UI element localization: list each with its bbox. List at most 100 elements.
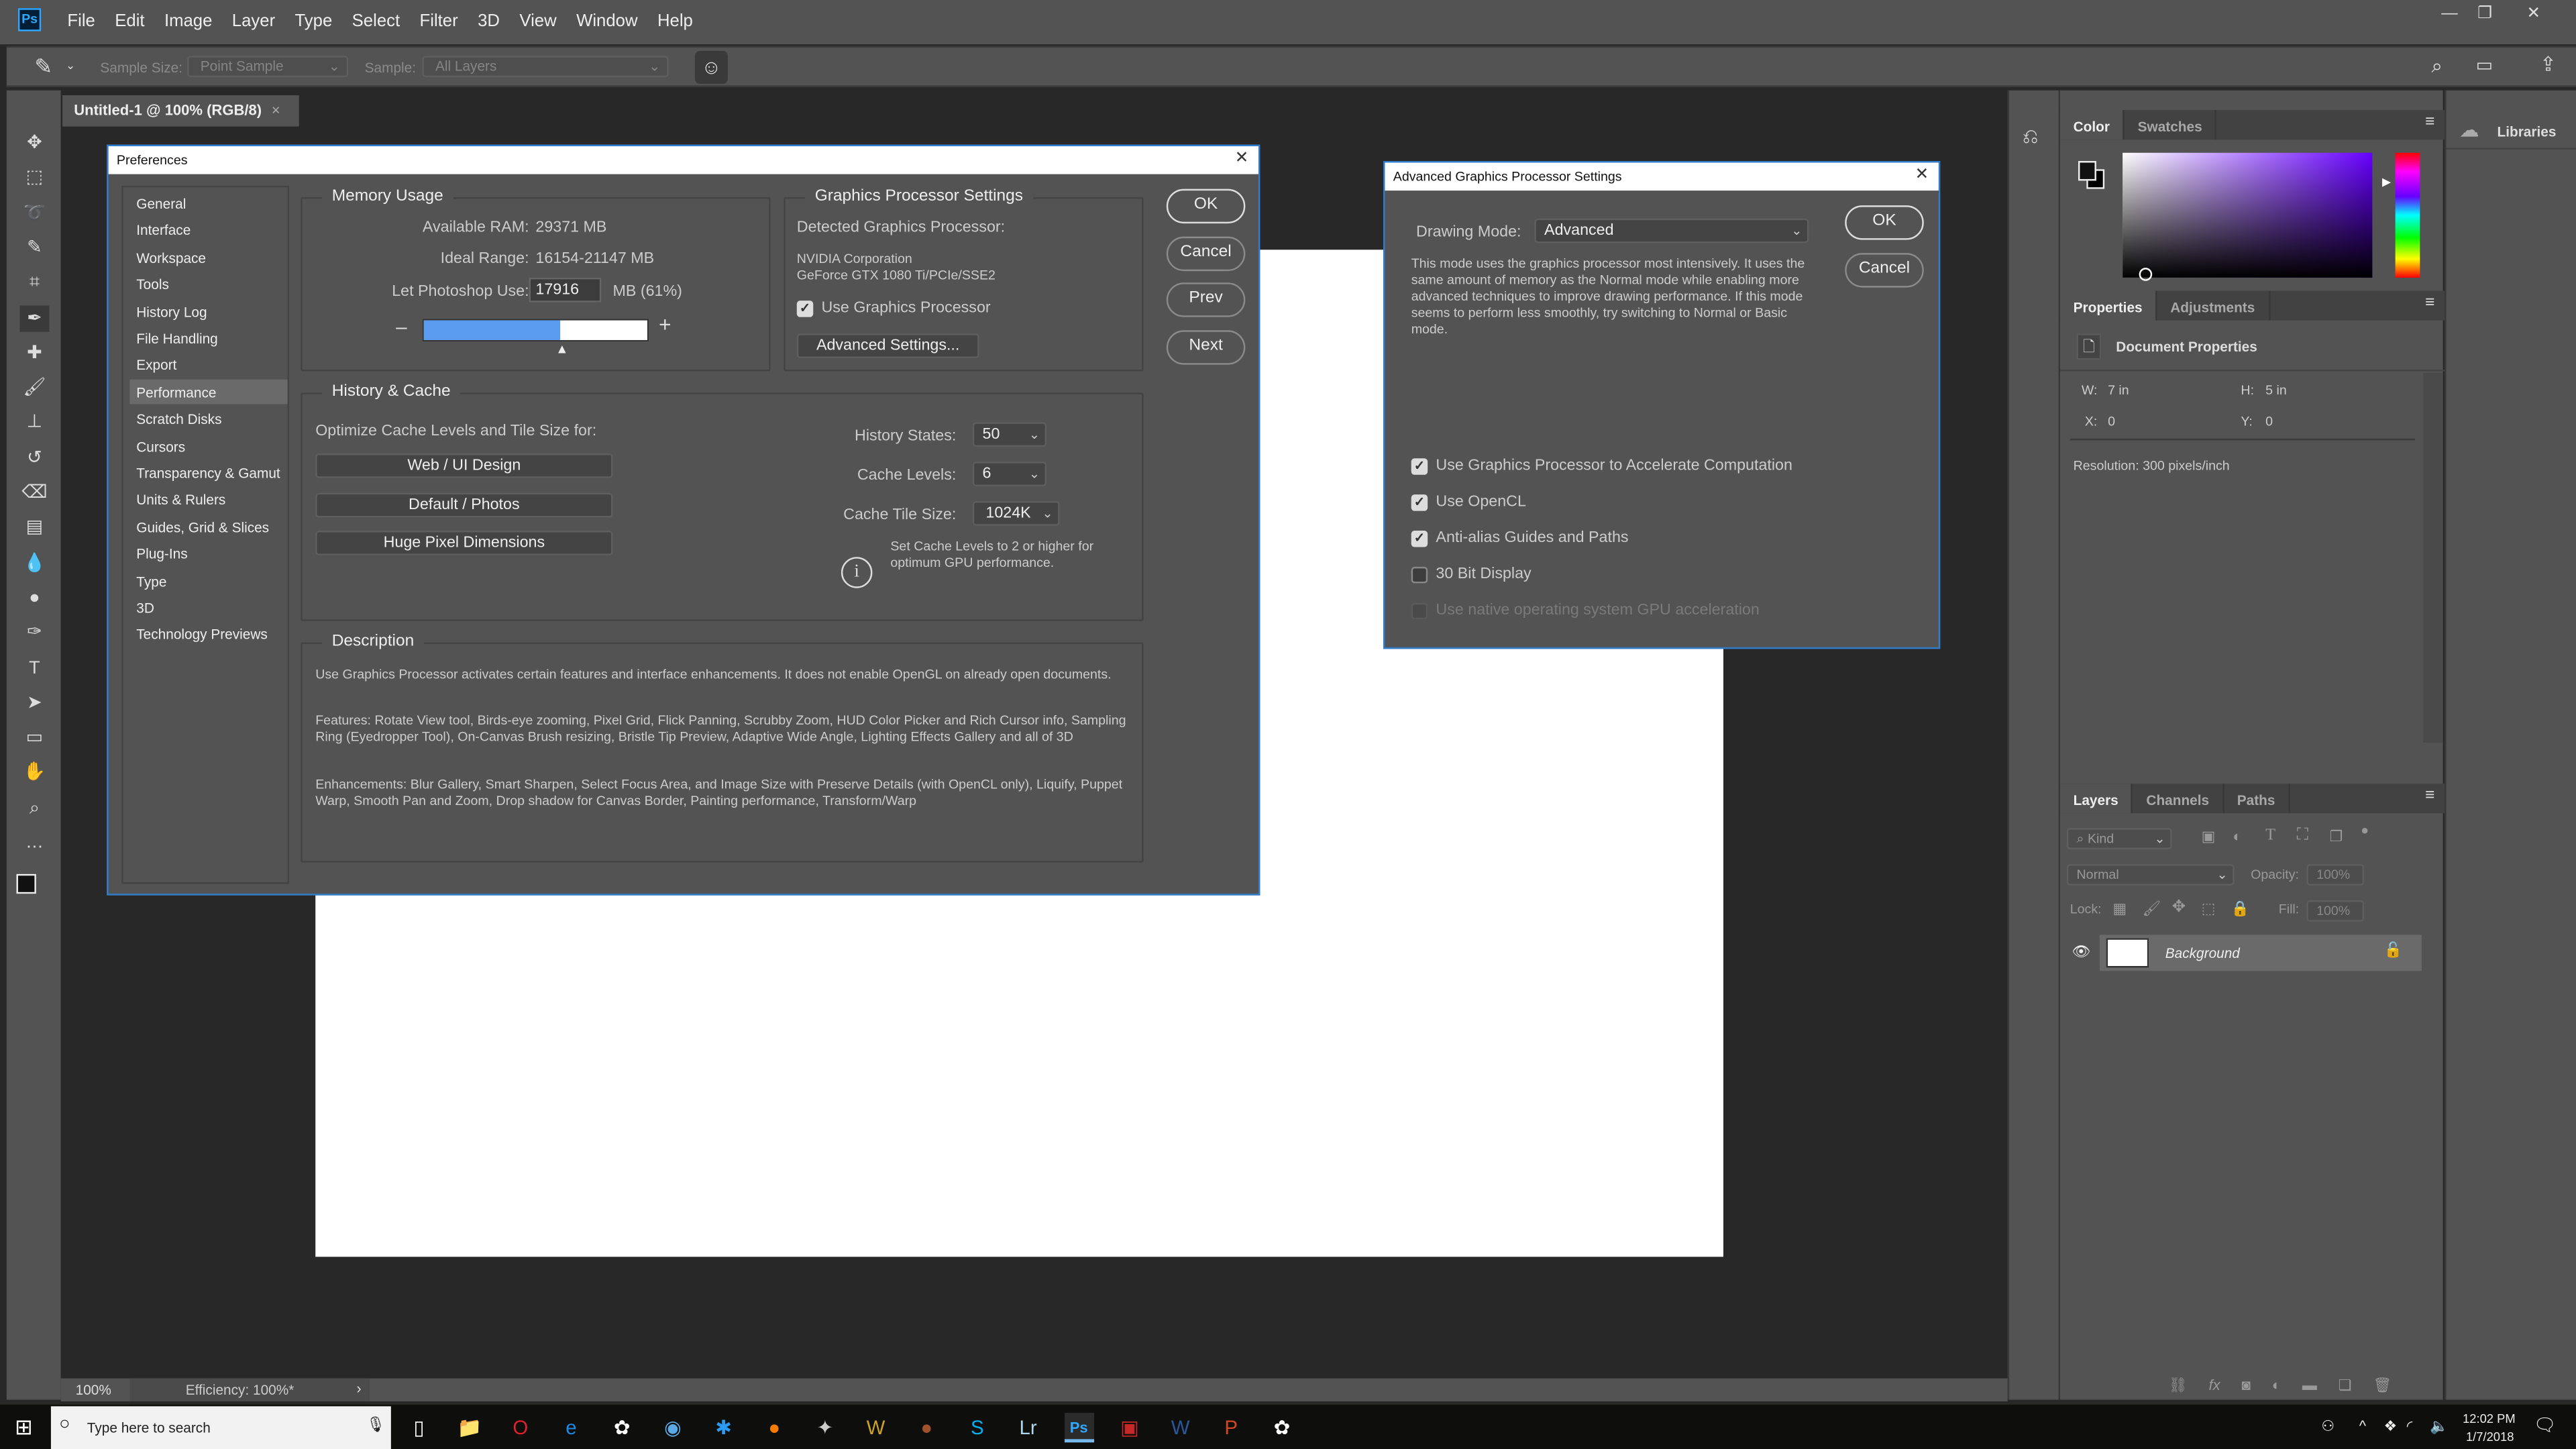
foreground-color-swatch[interactable] [2078, 161, 2096, 181]
option-checkbox[interactable]: ✓ [1411, 566, 1428, 584]
width-value[interactable]: 7 in [2108, 383, 2129, 399]
crop-icon[interactable]: ⌗ [19, 270, 49, 296]
lock-transparency-icon[interactable]: ▦ [2112, 900, 2127, 918]
next-button[interactable]: Next [1166, 330, 1246, 365]
eraser-icon[interactable]: ⌫ [19, 480, 49, 506]
decrease-memory-button[interactable]: – [396, 315, 407, 338]
shape-layer-filter-icon[interactable]: ⛶ [2297, 826, 2308, 845]
advanced-option-row[interactable]: ✓ Use Graphics Processor to Accelerate Co… [1411, 457, 1904, 480]
sidebar-item-plug-ins[interactable]: Plug-Ins [129, 541, 287, 566]
adjustment-layer-filter-icon[interactable]: ◐ [2233, 828, 2241, 844]
menu-edit[interactable]: Edit [115, 11, 144, 31]
lock-all-icon[interactable]: 🔒 [2231, 900, 2249, 918]
advanced-option-row[interactable]: ✓ Use native operating system GPU acceler… [1411, 601, 1904, 624]
x-value[interactable]: 0 [2108, 414, 2115, 430]
sample-select[interactable]: All Layers ⌄ [422, 56, 669, 78]
increase-memory-button[interactable]: + [659, 312, 672, 337]
advanced-option-row[interactable]: ✓ Use OpenCL [1411, 493, 1904, 516]
document-tab[interactable]: Untitled-1 @ 100% (RGB/8) × [62, 95, 299, 127]
menu-file[interactable]: File [67, 11, 95, 31]
blend-mode-select[interactable]: Normal ⌄ [2066, 864, 2235, 886]
tab-paths[interactable]: Paths [2224, 784, 2290, 814]
sidebar-item-3d[interactable]: 3D [129, 595, 287, 620]
option-checkbox[interactable]: ✓ [1411, 531, 1428, 547]
new-adjustment-icon[interactable]: ◐ [2272, 1377, 2281, 1395]
opacity-input[interactable]: 100% [2306, 864, 2365, 886]
memory-slider-handle[interactable]: ▲ [555, 341, 568, 356]
y-value[interactable]: 0 [2265, 414, 2273, 430]
app-icon[interactable]: ▣ [1115, 1413, 1144, 1442]
menu-select[interactable]: Select [352, 11, 400, 31]
blur-icon[interactable]: 💧 [19, 549, 49, 576]
history-states-select[interactable]: 50 ⌄ [972, 422, 1047, 447]
menu-type[interactable]: Type [295, 11, 333, 31]
opera-icon[interactable]: O [506, 1413, 535, 1442]
menu-help[interactable]: Help [657, 11, 693, 31]
menu-window[interactable]: Window [576, 11, 637, 31]
trash-icon[interactable]: 🗑 [2373, 1377, 2392, 1395]
web-ui-design-button[interactable]: Web / UI Design [315, 453, 613, 478]
maximize-icon[interactable]: ❐ [2477, 5, 2492, 23]
sidebar-item-general[interactable]: General [129, 191, 287, 215]
healing-icon[interactable]: ✚ [19, 339, 49, 366]
pen-icon[interactable]: ✑ [19, 620, 49, 646]
marquee-icon[interactable]: ⬚ [19, 165, 49, 191]
sample-size-select[interactable]: Point Sample ⌄ [187, 56, 349, 78]
app-icon[interactable]: ✦ [810, 1413, 840, 1442]
layer-row[interactable]: 👁 Background 🔓 [2060, 934, 2422, 971]
layer-name[interactable]: Background [2165, 945, 2240, 961]
advanced-option-row[interactable]: ✓ 30 Bit Display [1411, 565, 1904, 588]
tab-swatches[interactable]: Swatches [2125, 110, 2217, 140]
option-label[interactable]: Use Graphics Processor to Accelerate Com… [1436, 457, 1792, 475]
chevron-down-icon[interactable]: ⌄ [66, 59, 75, 72]
menu-layer[interactable]: Layer [232, 11, 275, 31]
ok-button[interactable]: OK [1845, 205, 1924, 240]
sampling-ring-icon[interactable]: ☺ [694, 50, 728, 84]
path-select-icon[interactable]: ➤ [19, 690, 49, 716]
option-label[interactable]: Use native operating system GPU accelera… [1436, 601, 1759, 619]
word-icon[interactable]: W [1166, 1413, 1195, 1442]
height-value[interactable]: 5 in [2265, 383, 2287, 399]
option-label[interactable]: 30 Bit Display [1436, 565, 1531, 583]
cache-levels-select[interactable]: 6 ⌄ [972, 462, 1047, 486]
type-layer-filter-icon[interactable]: T [2265, 826, 2275, 845]
share-icon[interactable]: ⇪ [2540, 52, 2557, 75]
microphone-icon[interactable]: 🎙 [366, 1416, 385, 1434]
use-gpu-label[interactable]: Use Graphics Processor [822, 299, 991, 317]
tab-properties[interactable]: Properties [2060, 290, 2157, 321]
move-icon[interactable]: ✥ [19, 129, 49, 156]
battlenet-icon[interactable]: ✱ [708, 1413, 738, 1442]
option-checkbox[interactable]: ✓ [1411, 458, 1428, 475]
sidebar-item-tools[interactable]: Tools [129, 272, 287, 297]
show-hidden-icons[interactable]: ^ [2359, 1417, 2366, 1434]
tab-adjustments[interactable]: Adjustments [2157, 290, 2270, 321]
tab-color[interactable]: Color [2060, 110, 2125, 140]
new-group-icon[interactable]: ▬ [2302, 1377, 2317, 1395]
sidebar-item-transparency-gamut[interactable]: Transparency & Gamut [129, 460, 287, 485]
fx-icon[interactable]: fx [2209, 1377, 2220, 1395]
taskbar-search-box[interactable]: ○ Type here to search 🎙 [50, 1406, 391, 1449]
memory-slider[interactable] [422, 319, 649, 342]
history-brush-icon[interactable]: ↺ [19, 445, 49, 471]
zoom-level[interactable]: 100% [76, 1382, 111, 1398]
sidebar-item-history-log[interactable]: History Log [129, 299, 287, 323]
powerpoint-icon[interactable]: P [1216, 1413, 1246, 1442]
orange-app-icon[interactable]: ● [759, 1413, 789, 1442]
foreground-color-swatch[interactable] [16, 873, 36, 894]
history-panel-icon[interactable]: ⎌ [2023, 125, 2039, 150]
menu-filter[interactable]: Filter [420, 11, 458, 31]
hue-slider-handle[interactable]: ▶ [2382, 176, 2391, 189]
more-icon[interactable]: … [19, 830, 49, 856]
cache-tile-size-select[interactable]: 1024K ⌄ [972, 500, 1060, 526]
default-photos-button[interactable]: Default / Photos [315, 492, 613, 518]
hand-icon[interactable]: ✋ [19, 759, 49, 786]
task-view-icon[interactable]: ▯ [404, 1413, 433, 1442]
sidebar-item-scratch-disks[interactable]: Scratch Disks [129, 406, 287, 431]
fill-input[interactable]: 100% [2306, 900, 2365, 922]
gradient-icon[interactable]: ▤ [19, 515, 49, 541]
lasso-icon[interactable]: ➰ [19, 200, 49, 226]
sidebar-item-type[interactable]: Type [129, 568, 287, 592]
sidebar-item-performance[interactable]: Performance [129, 379, 288, 404]
dropbox-icon[interactable]: ❖ [2383, 1417, 2397, 1436]
status-menu-arrow-icon[interactable]: › [356, 1380, 361, 1396]
